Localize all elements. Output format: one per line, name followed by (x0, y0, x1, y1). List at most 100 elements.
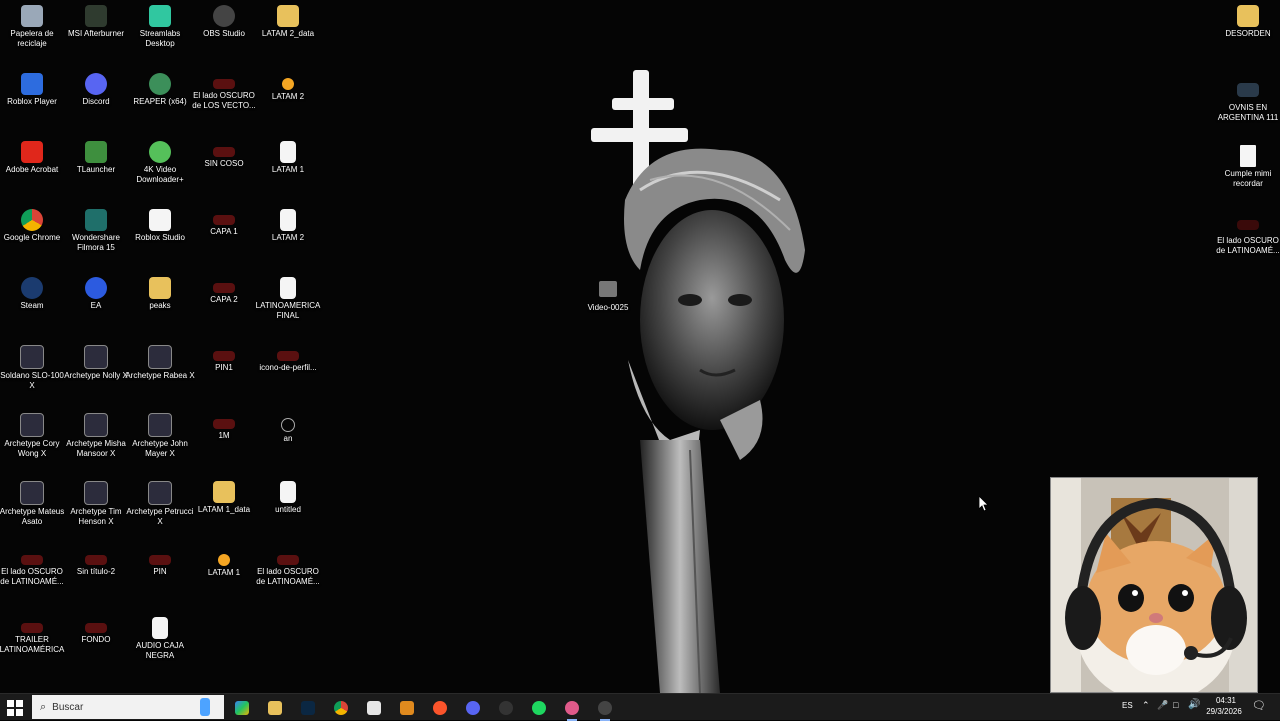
desktop-icon[interactable]: El lado OSCURO de LOS VECTO... (192, 68, 256, 134)
desktop-icon-label: CAPA 1 (210, 227, 238, 236)
filmora-icon (85, 209, 107, 231)
desktop-icon[interactable]: PIN (128, 544, 192, 610)
desktop-icon[interactable]: FONDO (64, 612, 128, 678)
desktop-icon[interactable]: Adobe Acrobat (0, 136, 64, 202)
desktop-icon[interactable]: Wondershare Filmora 15 (64, 204, 128, 270)
spotify-icon[interactable] (528, 697, 550, 719)
desktop-icon[interactable]: LATAM 2 (256, 68, 320, 134)
desktop-icon[interactable]: Archetype Rabea X (125, 340, 195, 406)
desktop-icon[interactable]: LATAM 1 (256, 136, 320, 202)
notification-icon[interactable]: 🗨 (1252, 699, 1266, 712)
network-icon[interactable]: □ (1173, 700, 1178, 710)
desktop-icon[interactable]: Roblox Player (0, 68, 64, 134)
desktop-icon-label: CAPA 2 (210, 295, 238, 304)
desktop-icon-label: Sin título-2 (76, 567, 116, 576)
desktop-icon[interactable]: REAPER (x64) (128, 68, 192, 134)
desktop-icon[interactable]: AUDIO CAJA NEGRA (128, 612, 192, 678)
desktop-icon[interactable]: LATAM 2_data (256, 0, 320, 66)
desktop-icon[interactable]: TLauncher (64, 136, 128, 202)
streamlabs-icon (149, 5, 171, 27)
desktop-icon-label: LATINOAMERICA FINAL (255, 301, 321, 320)
desktop-icon[interactable]: Google Chrome (0, 204, 64, 270)
desktop-icon[interactable]: Papelera de reciclaje (0, 0, 64, 66)
roblox-studio-icon[interactable] (363, 697, 385, 719)
desktop-icon-label: OBS Studio (203, 29, 245, 38)
desktop-icon[interactable]: Archetype Cory Wong X (0, 408, 64, 474)
mouse-cursor-icon (979, 496, 989, 512)
archetype-icon (20, 345, 44, 369)
desktop-icon-label: 4K Video Downloader+ (136, 165, 184, 184)
desktop-icon[interactable]: Sin título-2 (64, 544, 128, 610)
desktop-icon[interactable]: OBS Studio (192, 0, 256, 66)
desktop-icon-ovnis[interactable]: OVNIS EN ARGENTINA 111 (1216, 74, 1280, 140)
cat-with-headphones-image (1051, 478, 1257, 692)
desktop-icon-lado-oscuro-right[interactable]: El lado OSCURO de LATINOAMÉ... (1216, 210, 1280, 276)
desktop-icon[interactable]: Archetype Petrucci X (126, 476, 194, 542)
desktop-icon[interactable]: icono-de-perfil... (256, 340, 320, 406)
desktop-icon[interactable]: untitled (256, 476, 320, 542)
file-explorer-icon[interactable] (264, 697, 286, 719)
desktop-icon[interactable]: Soldano SLO-100 X (0, 340, 64, 406)
desktop-icon-label: LATAM 2 (271, 233, 305, 242)
video-downloader-icon (149, 141, 171, 163)
desktop-icon[interactable]: Streamlabs Desktop (128, 0, 192, 66)
chrome-profile-icon[interactable] (561, 697, 583, 721)
desktop-icon[interactable]: El lado OSCURO de LATINOAMÉ... (256, 544, 320, 610)
volume-icon[interactable]: 🔊 (1188, 699, 1200, 710)
desktop-icon[interactable]: Steam (0, 272, 64, 338)
windows-start-icon[interactable] (6, 699, 24, 717)
desktop-icon[interactable]: Archetype John Mayer X (128, 408, 192, 474)
language-indicator[interactable]: ES (1122, 701, 1133, 710)
desktop-icon[interactable]: Roblox Studio (128, 204, 192, 270)
desktop-icon[interactable]: 1M (192, 408, 256, 474)
search-highlight-icon (200, 698, 210, 716)
desktop-icon[interactable]: Archetype Tim Henson X (64, 476, 128, 542)
desktop-icon[interactable]: TRAILER LATINOAMÉRICA (0, 612, 64, 678)
desktop-icon-desorden[interactable]: DESORDEN (1216, 0, 1280, 66)
folder-icon (277, 5, 299, 27)
copilot-icon[interactable] (231, 697, 253, 719)
desktop-icon[interactable]: 4K Video Downloader+ (128, 136, 192, 202)
chevron-up-icon[interactable]: ⌃ (1142, 700, 1150, 711)
streamlabs-icon[interactable] (462, 697, 484, 719)
desktop-icon-label: LATAM 2 (271, 92, 305, 101)
search-placeholder: Buscar (52, 701, 84, 713)
image-thumb-icon (1237, 83, 1259, 97)
desktop-icon[interactable]: El lado OSCURO de LATINOAMÉ... (0, 544, 64, 610)
desktop-icon-label: Archetype Tim Henson X (70, 507, 122, 526)
desktop-icon[interactable]: LATAM 1 (192, 544, 256, 610)
clock-time[interactable]: 04:31 (1206, 696, 1246, 705)
chrome-icon[interactable] (330, 697, 352, 719)
desktop-icon[interactable]: Discord (64, 68, 128, 134)
desktop-icon[interactable]: an (256, 408, 320, 474)
desktop-icon[interactable]: EA (64, 272, 128, 338)
video-file-icon (599, 281, 617, 297)
desktop-icon[interactable]: CAPA 1 (192, 204, 256, 270)
desktop-icon[interactable]: peaks (128, 272, 192, 338)
desktop-icon[interactable]: PIN1 (192, 340, 256, 406)
desktop-icon[interactable]: LATINOAMERICA FINAL (256, 272, 320, 338)
desktop-icon-video-0025[interactable]: Video-0025 (576, 276, 640, 342)
desktop-icon[interactable]: LATAM 1_data (192, 476, 256, 542)
desktop-icon[interactable]: Archetype Mateus Asato (0, 476, 64, 542)
roblox-icon (21, 73, 43, 95)
archetype-icon (20, 413, 44, 437)
media-file-icon (280, 209, 296, 231)
photoshop-icon[interactable] (297, 697, 319, 719)
desktop-icon[interactable]: Archetype Nolly X (64, 340, 128, 406)
media-player-icon[interactable] (594, 697, 616, 721)
desktop-icon[interactable]: CAPA 2 (192, 272, 256, 338)
taskbar-search-box[interactable]: ⌕ Buscar (32, 695, 224, 719)
desktop-icon[interactable]: Archetype Misha Mansoor X (64, 408, 128, 474)
obs-icon[interactable] (495, 697, 517, 719)
desktop-icon[interactable]: LATAM 2 (256, 204, 320, 270)
clock-date[interactable]: 29/3/2026 (1200, 707, 1248, 716)
desktop-icon-cumple[interactable]: Cumple mimi recordar (1216, 140, 1280, 206)
tlauncher-icon[interactable] (396, 697, 418, 719)
tlauncher-icon (85, 141, 107, 163)
desktop-icon[interactable]: SIN COSO (192, 136, 256, 202)
brave-icon[interactable] (429, 697, 451, 719)
microphone-icon[interactable]: 🎤 (1157, 700, 1168, 711)
desktop-icon[interactable]: MSI Afterburner (64, 0, 128, 66)
desktop-icon-label: Steam (20, 301, 44, 310)
